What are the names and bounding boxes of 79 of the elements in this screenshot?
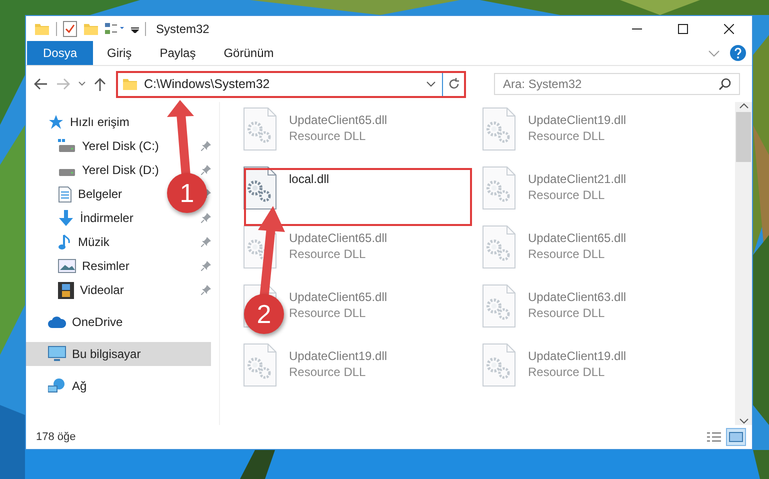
sidebar-item[interactable]: İndirmeler [26,206,140,230]
sidebar-item[interactable]: Videolar [26,278,130,302]
search-icon [719,78,731,90]
file-gear-icon [482,107,516,151]
scroll-down-icon [738,417,748,425]
refresh-icon [448,78,460,90]
file-gear-icon [482,284,516,328]
film-icon [58,282,74,298]
icons-view-button[interactable] [726,428,746,446]
file-name[interactable]: UpdateClient63.dll [528,290,626,304]
drive-icon [58,139,76,153]
file-type: Resource DLL [528,247,606,261]
scroll-up-icon [738,102,748,110]
step-badge: 1 [167,173,207,213]
image-icon [58,259,76,273]
chevron-icon [426,81,436,87]
sidebar-item[interactable]: Yerel Disk (C:) [26,134,165,158]
window-title: System32 [156,22,210,36]
computer-icon [48,346,66,362]
ribbon-tab[interactable]: Paylaş [146,41,210,65]
ribbon-tab[interactable]: Dosya [27,41,94,65]
sidebar-item[interactable]: Hızlı erişim [26,110,211,134]
file-type: Resource DLL [528,188,606,202]
item-count: 178 öğe [36,431,76,443]
recent-dropdown[interactable] [78,81,86,87]
cloud-icon [48,316,66,328]
file-name[interactable]: UpdateClient19.dll [528,349,626,363]
file-type: Resource DLL [528,365,606,379]
scroll-thumb[interactable] [736,112,751,162]
file-name[interactable]: UpdateClient21.dll [528,172,626,186]
file-gear-icon [243,343,277,387]
search-field[interactable]: Ara: System32 [494,73,740,95]
file-type: Resource DLL [289,306,367,320]
file-gear-icon [482,343,516,387]
list-icon [707,432,721,442]
file-name[interactable]: UpdateClient19.dll [289,349,388,363]
up-button[interactable] [94,77,106,91]
file-type: Resource DLL [528,129,606,143]
sidebar-item[interactable]: Resimler [26,254,136,278]
sidebar-item[interactable]: Ağ [26,374,211,398]
caret-icon [131,24,139,32]
file-type: Resource DLL [289,365,367,379]
file-gear-icon [243,107,277,151]
file-type: Resource DLL [528,306,606,320]
ribbon-tab[interactable]: Giriş [93,41,146,65]
file-name[interactable]: UpdateClient65.dll [528,231,626,245]
scrollbar[interactable] [735,102,752,425]
file-type: Resource DLL [289,247,367,261]
file-name[interactable]: local.dll [289,172,330,186]
file-name[interactable]: UpdateClient65.dll [289,113,388,127]
file-name[interactable]: UpdateClient19.dll [528,113,626,127]
step-badge: 2 [244,294,284,334]
close-icon [724,24,734,34]
download-icon [58,210,74,226]
file-gear-icon [482,225,516,269]
music-icon [58,234,72,250]
file-name[interactable]: UpdateClient65.dll [289,290,388,304]
maximize-icon [678,24,688,34]
file-name[interactable]: UpdateClient65.dll [289,231,388,245]
tile-icon [729,432,743,442]
star-icon [48,114,64,130]
view-menu-icon [105,22,125,36]
back-button[interactable] [34,78,48,90]
network-icon [48,378,66,394]
sidebar-item[interactable]: Bu bilgisayar [26,342,211,366]
ribbon-tab[interactable]: Görünüm [210,41,288,65]
address-bar[interactable]: C:\Windows\System32 [116,70,466,98]
help-icon [730,45,746,61]
file-type: Resource DLL [289,129,367,143]
chevron-icon [708,50,720,56]
file-gear-icon [482,166,516,210]
sidebar-item[interactable]: Belgeler [26,182,128,206]
document-icon [58,186,72,202]
folder-icon [122,76,138,92]
sidebar-item[interactable]: Müzik [26,230,116,254]
file-gear-icon [243,225,277,269]
properties-icon [63,20,77,36]
sidebar-item[interactable]: Yerel Disk (D:) [26,158,165,182]
sidebar-item[interactable]: OneDrive [26,310,211,334]
